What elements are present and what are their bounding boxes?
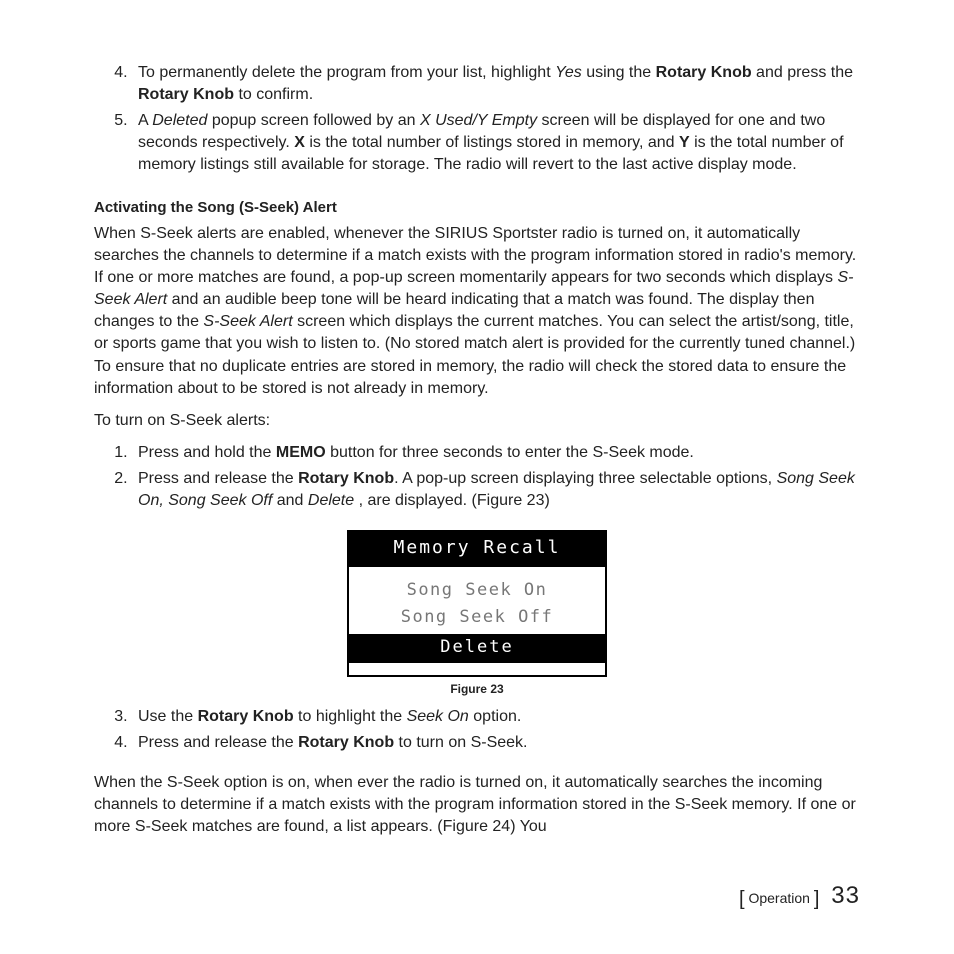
text: A bbox=[138, 112, 152, 129]
instruction-list-1: To permanently delete the program from y… bbox=[94, 62, 860, 176]
list-item: Press and release the Rotary Knob to tur… bbox=[132, 732, 860, 754]
body-paragraph: To turn on S-Seek alerts: bbox=[94, 410, 860, 432]
text: Use the bbox=[138, 708, 198, 725]
text-italic: Seek On bbox=[407, 708, 469, 725]
text: button for three seconds to enter the S-… bbox=[326, 444, 694, 461]
list-item: To permanently delete the program from y… bbox=[132, 62, 860, 106]
text-italic: Delete bbox=[308, 492, 354, 509]
figure-caption: Figure 23 bbox=[94, 681, 860, 698]
body-paragraph: When S-Seek alerts are enabled, whenever… bbox=[94, 223, 860, 400]
instruction-list-3: Use the Rotary Knob to highlight the See… bbox=[94, 706, 860, 754]
body-paragraph: When the S-Seek option is on, when ever … bbox=[94, 772, 860, 838]
lcd-body: Song Seek On Song Seek Off Delete bbox=[349, 567, 605, 661]
text: using the bbox=[582, 64, 656, 81]
text-bold: Rotary Knob bbox=[298, 470, 394, 487]
text: and bbox=[272, 492, 308, 509]
list-item: A Deleted popup screen followed by an X … bbox=[132, 110, 860, 176]
figure-23: Memory Recall Song Seek On Song Seek Off… bbox=[94, 530, 860, 698]
text: to turn on S-Seek. bbox=[394, 734, 527, 751]
text-bold: Rotary Knob bbox=[656, 64, 752, 81]
text-italic: Yes bbox=[555, 64, 582, 81]
text: option. bbox=[469, 708, 521, 725]
footer-section: Operation bbox=[748, 890, 809, 906]
text: to highlight the bbox=[294, 708, 407, 725]
lcd-option: Song Seek Off bbox=[349, 604, 605, 631]
text: and press the bbox=[752, 64, 853, 81]
page-number: 33 bbox=[831, 882, 860, 909]
lcd-option: Song Seek On bbox=[349, 577, 605, 604]
text-italic: X Used/Y Empty bbox=[420, 112, 537, 129]
lcd-option-selected: Delete bbox=[349, 634, 605, 661]
bracket-icon: ] bbox=[814, 888, 820, 910]
lcd-title: Memory Recall bbox=[349, 532, 605, 567]
text-bold: Rotary Knob bbox=[198, 708, 294, 725]
text: When S-Seek alerts are enabled, whenever… bbox=[94, 225, 856, 286]
section-heading: Activating the Song (S-Seek) Alert bbox=[94, 198, 860, 219]
text-bold: MEMO bbox=[276, 444, 326, 461]
text: popup screen followed by an bbox=[207, 112, 420, 129]
text: Press and release the bbox=[138, 470, 298, 487]
list-item: Use the Rotary Knob to highlight the See… bbox=[132, 706, 860, 728]
text: To permanently delete the program from y… bbox=[138, 64, 555, 81]
text: , are displayed. (Figure 23) bbox=[354, 492, 550, 509]
list-item: Press and hold the MEMO button for three… bbox=[132, 442, 860, 464]
text: Press and release the bbox=[138, 734, 298, 751]
instruction-list-2: Press and hold the MEMO button for three… bbox=[94, 442, 860, 512]
text: Press and hold the bbox=[138, 444, 276, 461]
list-item: Press and release the Rotary Knob. A pop… bbox=[132, 468, 860, 512]
text-italic: Deleted bbox=[152, 112, 207, 129]
text-bold: Y bbox=[679, 134, 690, 151]
page-footer: [ Operation ] 33 bbox=[739, 879, 860, 914]
text-italic: S-Seek Alert bbox=[203, 313, 292, 330]
text-bold: Rotary Knob bbox=[138, 86, 234, 103]
text: to confirm. bbox=[234, 86, 313, 103]
text-bold: X bbox=[294, 134, 305, 151]
text-bold: Rotary Knob bbox=[298, 734, 394, 751]
lcd-screen: Memory Recall Song Seek On Song Seek Off… bbox=[347, 530, 607, 677]
text: . A pop-up screen displaying three selec… bbox=[394, 470, 776, 487]
text: is the total number of listings stored i… bbox=[305, 134, 679, 151]
bracket-icon: [ bbox=[739, 888, 745, 910]
lcd-footer-bar bbox=[349, 661, 605, 675]
